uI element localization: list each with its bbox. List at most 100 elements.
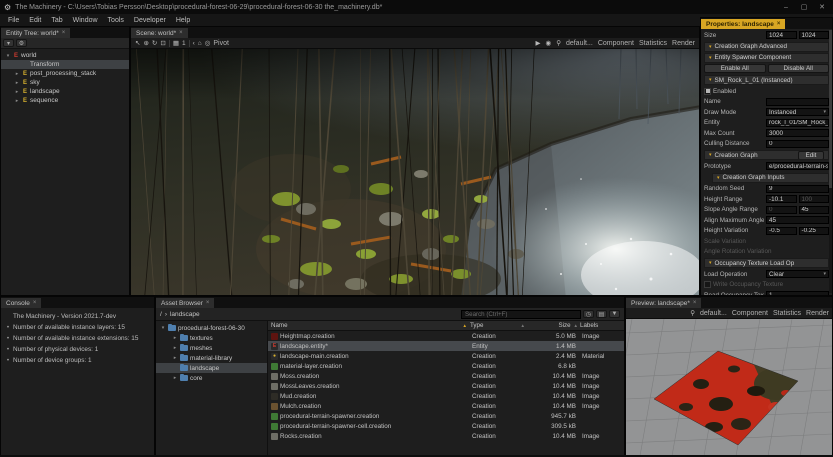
expand-arrow-icon[interactable]: ▸ [172,345,178,351]
move-tool-icon[interactable]: ⊕ [143,39,148,47]
home-icon[interactable]: ⌂ [198,40,202,47]
tab-scene[interactable]: Scene: world* × [131,28,188,38]
camera-select[interactable]: default... [700,310,727,317]
slope-max-field[interactable]: 45 [799,206,830,214]
table-row[interactable]: material-layer.creation Creation 6.8 kB [268,361,624,371]
draw-mode-select[interactable]: Instanced ▾ [766,108,829,116]
breadcrumb-root[interactable]: / [160,311,162,318]
expand-arrow-icon[interactable]: ▸ [172,375,178,381]
table-row[interactable]: Mud.creation Creation 10.4 MB Image [268,391,624,401]
section-creation-graph-inputs[interactable]: ▾ Creation Graph Inputs [712,173,829,183]
tab-preview[interactable]: Preview: landscape* × [626,298,701,308]
tab-asset-browser[interactable]: Asset Browser × [156,298,214,308]
pin-icon[interactable]: ⚲ [556,39,561,47]
menu-item[interactable]: Tools [103,17,129,24]
filter-icon[interactable]: ▼ [609,310,620,318]
culling-distance-field[interactable]: 0 [766,140,829,148]
statistics-menu-button[interactable]: Statistics [639,40,667,47]
prototype-field[interactable]: e/procedural-terrain-spawner [766,162,829,170]
enable-all-button[interactable]: Enable All [704,64,766,73]
folder-item[interactable]: ▸ textures [156,333,267,343]
expand-arrow-icon[interactable]: ▸ [172,335,178,341]
minimize-button[interactable]: – [779,4,793,11]
section-occupancy[interactable]: ▾ Occupancy Texture Load Op [704,258,829,268]
table-row[interactable]: procedural-terrain-spawner-cell.creation… [268,421,624,431]
pivot-icon[interactable]: ◎ [205,39,211,47]
history-icon[interactable]: ◷ [583,310,594,318]
entity-tree-item[interactable]: Transform [1,60,129,69]
tree-settings-gear-icon[interactable]: ⚙ [16,39,27,47]
render-menu-button[interactable]: Render [672,40,695,47]
tree-filter-dropdown[interactable]: ▾ [3,39,14,47]
size-x-field[interactable]: 1024 [766,31,797,39]
folder-item[interactable]: ▸ meshes [156,343,267,353]
menu-item[interactable]: Window [68,17,103,24]
tab-close-icon[interactable]: × [179,30,183,36]
expand-arrow-icon[interactable]: ▸ [172,355,178,361]
table-row[interactable]: Mulch.creation Creation 10.4 MB Image [268,401,624,411]
name-field[interactable] [766,98,829,106]
expand-arrow-icon[interactable]: ▸ [14,98,20,104]
select-tool-icon[interactable]: ↖ [135,39,140,47]
expand-arrow-icon[interactable]: ▸ [14,71,20,77]
breadcrumb-current[interactable]: landscape [170,311,200,318]
camera-select[interactable]: default... [566,40,593,47]
slope-min-field[interactable]: 0 [766,206,797,214]
entity-tree-item[interactable]: ▸ E sky [1,78,129,87]
tab-entity-tree[interactable]: Entity Tree: world* × [1,28,70,38]
table-row[interactable]: E landscape.entity* Entity 1.4 MB [268,341,624,351]
expand-arrow-icon[interactable]: ▾ [5,53,11,59]
column-header-type[interactable]: Type ▲ [470,322,528,329]
section-sm-rock[interactable]: ▾ SM_Rock_L_01 (Instanced) [704,75,829,85]
read-occupancy-field[interactable]: 1 [766,291,829,295]
size-y-field[interactable]: 1024 [799,31,830,39]
scene-viewport[interactable] [131,49,699,295]
column-header-labels[interactable]: Labels [580,322,624,329]
component-menu-button[interactable]: Component [598,40,634,47]
tab-close-icon[interactable]: × [206,300,210,306]
height-var-max-field[interactable]: -0.25 [799,227,830,235]
random-seed-field[interactable]: 9 [766,185,829,193]
section-creation-graph[interactable]: ▾ Creation Graph Edit [704,150,829,160]
camera-icon[interactable]: ◉ [546,39,552,47]
edit-button[interactable]: Edit [798,151,824,160]
max-count-field[interactable]: 3000 [766,129,829,137]
section-creation-graph-advanced[interactable]: ▾ Creation Graph Advanced [704,42,829,52]
entity-tree-item[interactable]: ▸ E sequence [1,96,129,105]
pin-icon[interactable]: ⚲ [690,309,695,317]
entity-tree-item[interactable]: ▾ E world [1,51,129,60]
grid-snap-icon[interactable]: ▦ [173,39,179,47]
load-operation-select[interactable]: Clear ▾ [766,270,829,278]
table-row[interactable]: MossLeaves.creation Creation 10.4 MB Ima… [268,381,624,391]
tab-close-icon[interactable]: × [693,300,697,306]
statistics-menu-button[interactable]: Statistics [773,310,801,317]
column-header-name[interactable]: Name ▲ [268,322,470,329]
entity-field[interactable]: rock_l_01/SM_Rock_L_01_LOD [766,119,829,127]
scale-tool-icon[interactable]: ⊡ [160,39,165,47]
play-icon[interactable]: ▶ [536,39,541,47]
disable-all-button[interactable]: Disable All [768,64,830,73]
table-row[interactable]: Moss.creation Creation 10.4 MB Image [268,371,624,381]
align-angle-field[interactable]: 45 [766,216,829,224]
preview-viewport[interactable] [626,319,832,456]
height-var-min-field[interactable]: -0.5 [766,227,797,235]
new-asset-icon[interactable]: ▤ [596,310,607,318]
render-menu-button[interactable]: Render [806,310,829,317]
folder-item[interactable]: ▸ core [156,373,267,383]
table-row[interactable]: ● landscape-main.creation Creation 2.4 M… [268,351,624,361]
component-menu-button[interactable]: Component [732,310,768,317]
menu-item[interactable]: Tab [46,17,67,24]
tab-close-icon[interactable]: × [33,300,37,306]
expand-arrow-icon[interactable]: ▸ [14,89,20,95]
maximize-button[interactable]: ▢ [797,3,811,11]
pivot-label[interactable]: Pivot [213,40,229,47]
rotate-tool-icon[interactable]: ↻ [152,39,157,47]
entity-tree-item[interactable]: ▸ E post_processing_stack [1,69,129,78]
entity-tree-item[interactable]: ▸ E landscape [1,87,129,96]
height-range-max-field[interactable]: 100 [799,195,830,203]
column-header-size[interactable]: Size ▲ [528,322,580,329]
write-occupancy-checkbox[interactable] [704,281,711,288]
table-row[interactable]: Heightmap.creation Creation 5.0 MB Image [268,331,624,341]
expand-arrow-icon[interactable]: ▾ [160,325,166,331]
menu-item[interactable]: Edit [24,17,46,24]
